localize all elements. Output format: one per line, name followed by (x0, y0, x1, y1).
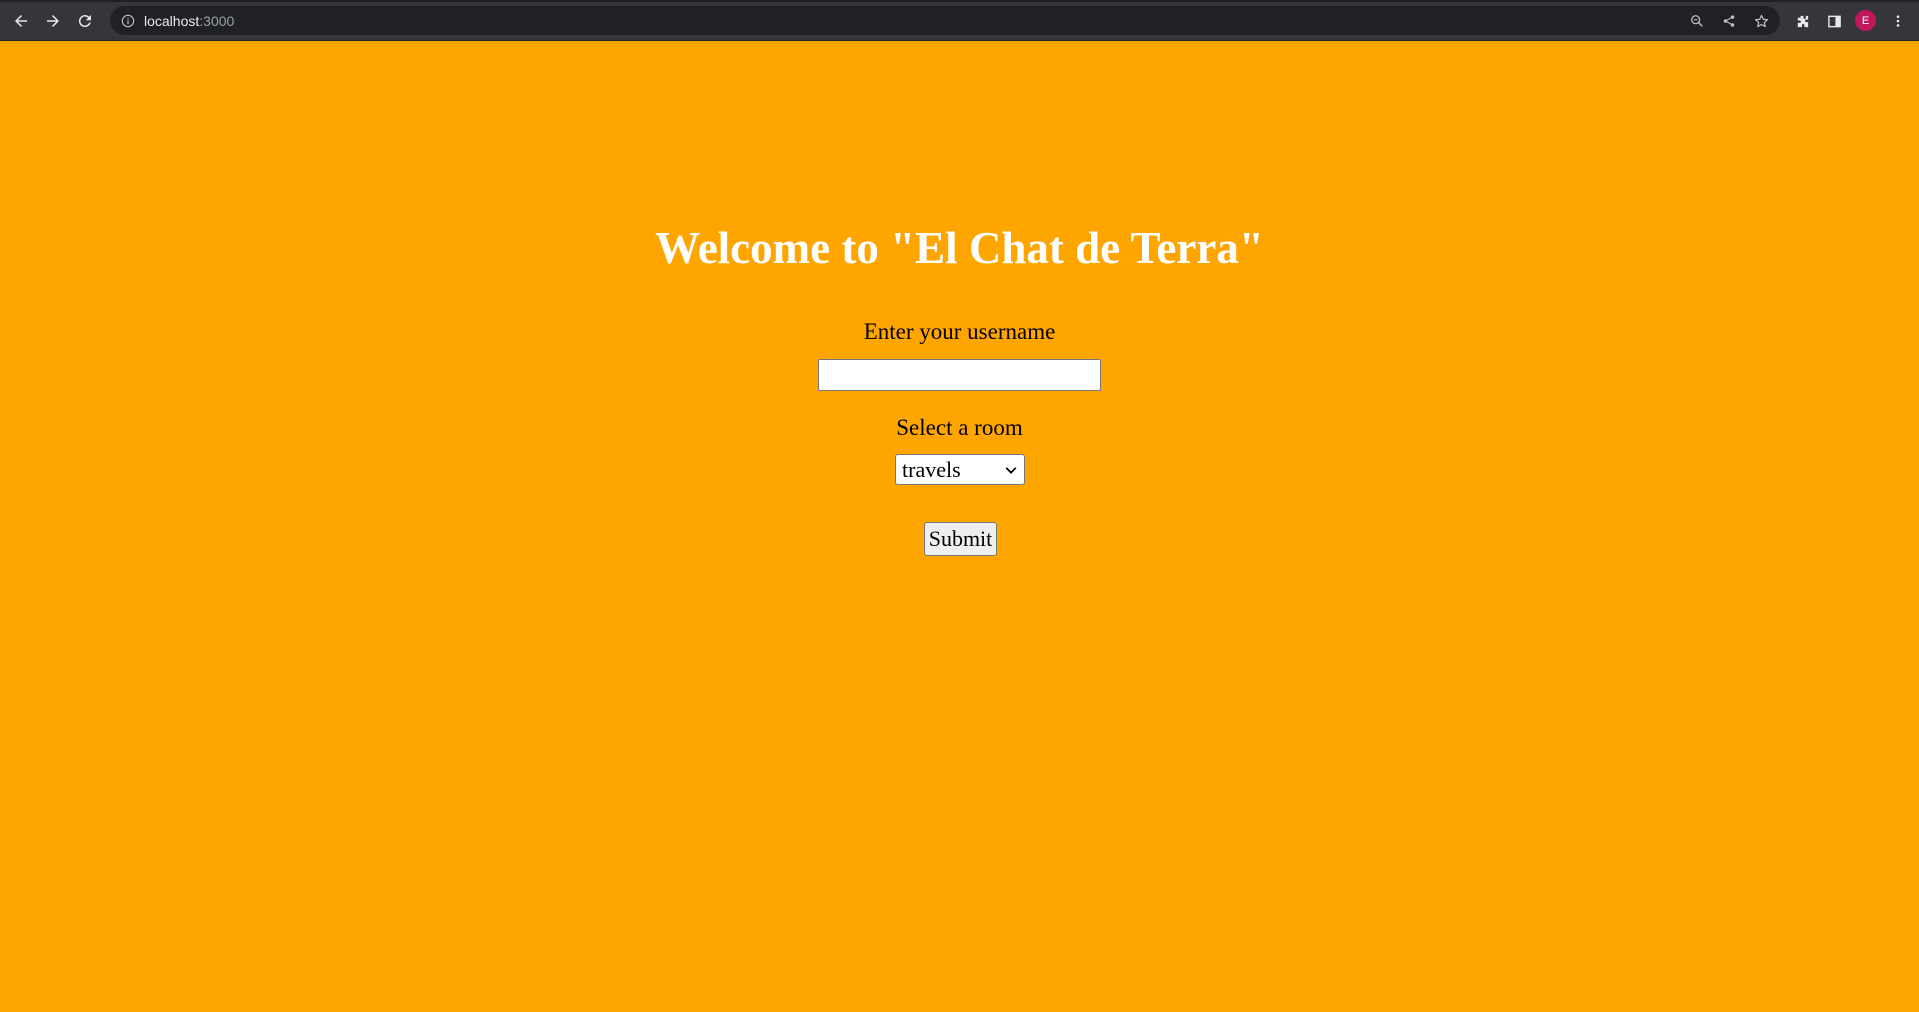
profile-avatar[interactable]: E (1855, 10, 1876, 31)
menu-dots-icon[interactable] (1888, 11, 1908, 31)
back-button[interactable] (9, 9, 33, 33)
side-panel-icon[interactable] (1824, 11, 1844, 31)
page-content: Welcome to "El Chat de Terra" Enter your… (0, 41, 1919, 1012)
username-input[interactable] (818, 359, 1101, 391)
url-port: :3000 (199, 12, 235, 29)
address-bar[interactable]: localhost:3000 (110, 6, 1780, 35)
room-label: Select a room (896, 415, 1023, 440)
tab-strip (0, 0, 1919, 2)
submit-button[interactable]: Submit (924, 522, 997, 556)
chevron-down-icon (1004, 463, 1018, 477)
url-text: localhost:3000 (144, 13, 234, 29)
bookmark-star-icon[interactable] (1752, 12, 1770, 30)
forward-arrow-icon (47, 15, 59, 27)
info-icon[interactable] (120, 13, 136, 29)
username-label: Enter your username (863, 319, 1056, 344)
share-icon[interactable] (1720, 12, 1738, 30)
url-host: localhost (144, 12, 200, 29)
extensions-icon[interactable] (1792, 11, 1812, 31)
browser-toolbar: localhost:3000 E (0, 0, 1919, 41)
page-title: Welcome to "El Chat de Terra" (655, 223, 1264, 273)
room-select[interactable]: travels (895, 454, 1025, 485)
zoom-icon[interactable] (1688, 12, 1706, 30)
reload-icon (78, 15, 91, 28)
reload-button[interactable] (73, 9, 97, 33)
forward-button[interactable] (41, 9, 65, 33)
room-selected-value: travels (902, 456, 961, 482)
back-arrow-icon (15, 15, 27, 27)
